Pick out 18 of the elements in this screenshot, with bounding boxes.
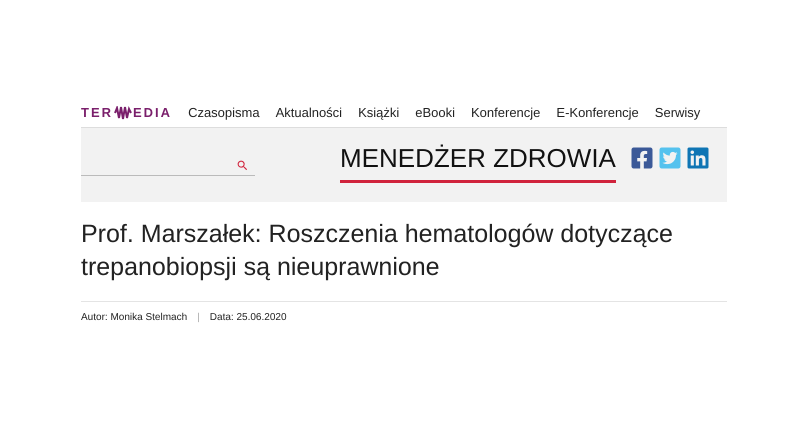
separator-text: | xyxy=(197,311,200,325)
logo-text: TER xyxy=(81,104,113,122)
nav-link[interactable]: Serwisy xyxy=(654,102,700,122)
logo-text: EDIA xyxy=(133,104,172,122)
nav-link[interactable]: Konferencje xyxy=(471,102,540,122)
facebook-icon[interactable] xyxy=(630,146,654,170)
linkedin-icon[interactable] xyxy=(686,146,710,170)
nav-link[interactable]: E-Konferencje xyxy=(556,102,639,122)
nav-link[interactable]: Aktualności xyxy=(276,102,342,122)
nav-link[interactable]: Książki xyxy=(358,102,400,122)
search-icon[interactable] xyxy=(236,159,249,172)
date-text: Data: 25.06.2020 xyxy=(210,311,287,325)
logo-wave-icon xyxy=(114,106,132,120)
nav-link[interactable]: eBooki xyxy=(415,102,456,122)
section-title: MENEDŻER ZDROWIA xyxy=(340,142,616,174)
author-text: Autor: Monika Stelmach xyxy=(81,311,188,325)
nav-link[interactable]: Czasopisma xyxy=(188,102,260,122)
article-title: Prof. Marszałek: Roszczenia hematologów dotyczące trepanobiopsji są nieuprawnione xyxy=(81,218,727,302)
